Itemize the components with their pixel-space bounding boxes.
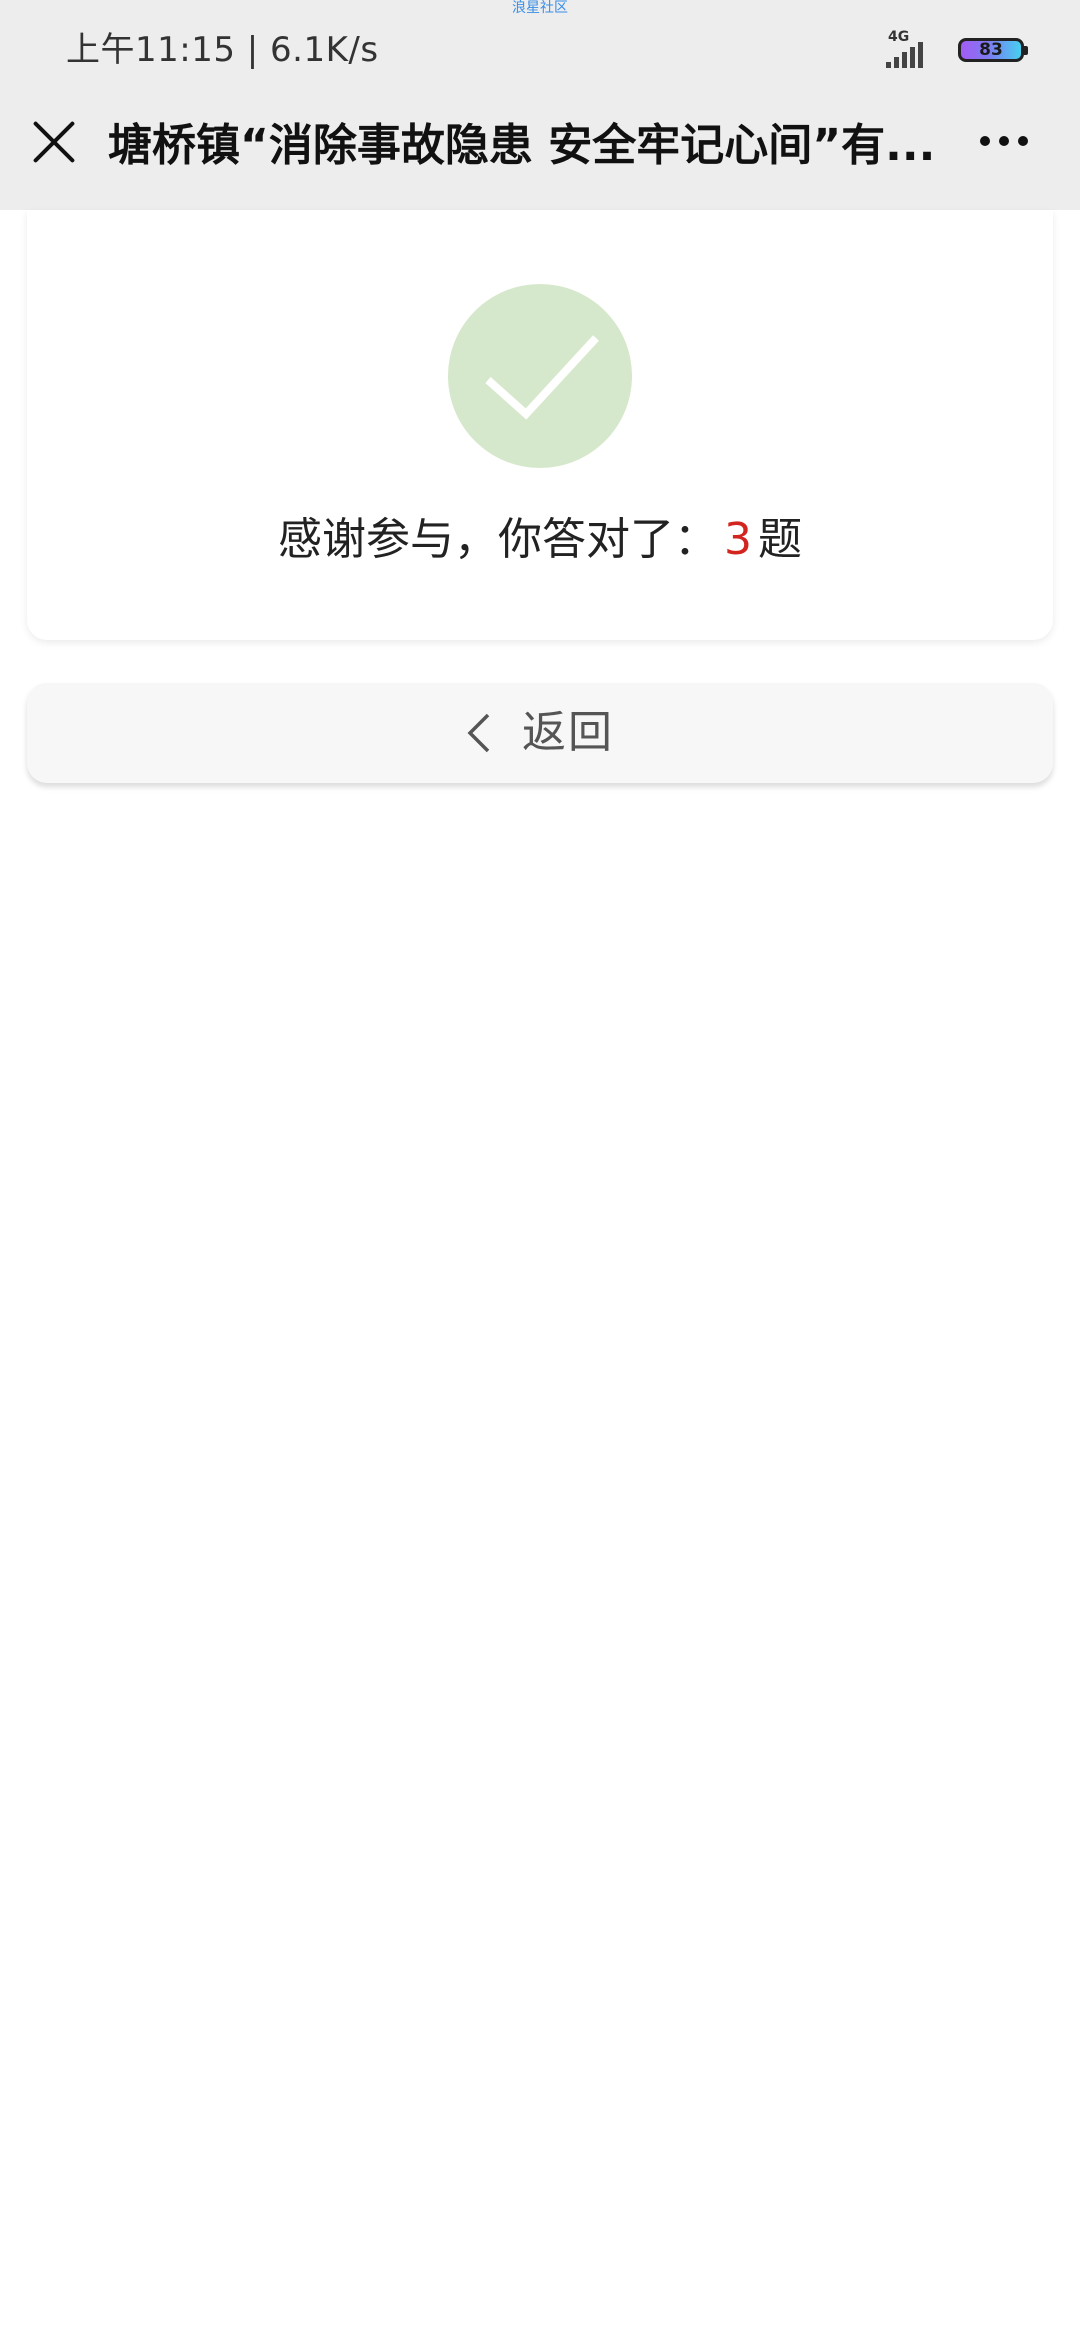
- battery-level: 83: [979, 40, 1003, 60]
- correct-count: 3: [724, 514, 752, 565]
- chevron-left-icon: [467, 713, 490, 753]
- more-dots-icon[interactable]: [980, 136, 1028, 146]
- signal-icon: 4G: [886, 30, 944, 70]
- back-button[interactable]: 返回: [27, 683, 1053, 783]
- back-label: 返回: [522, 707, 614, 758]
- result-prefix: 感谢参与，你答对了：: [278, 514, 718, 565]
- status-time: 上午11:15 | 6.1K/s: [66, 30, 379, 70]
- checkmark-icon: [448, 284, 632, 468]
- page-title: 塘桥镇“消除事故隐患 安全牢记心间”有...: [108, 120, 936, 171]
- result-card: 感谢参与，你答对了： 3 题: [27, 210, 1053, 640]
- result-suffix: 题: [758, 514, 802, 565]
- battery-icon: 83: [958, 38, 1028, 62]
- status-icons: 4G 83: [886, 28, 1028, 72]
- signal-bars: [886, 42, 923, 68]
- close-icon[interactable]: [32, 120, 76, 164]
- result-message: 感谢参与，你答对了： 3 题: [27, 510, 1053, 570]
- watermark: 浪星社区: [512, 0, 568, 16]
